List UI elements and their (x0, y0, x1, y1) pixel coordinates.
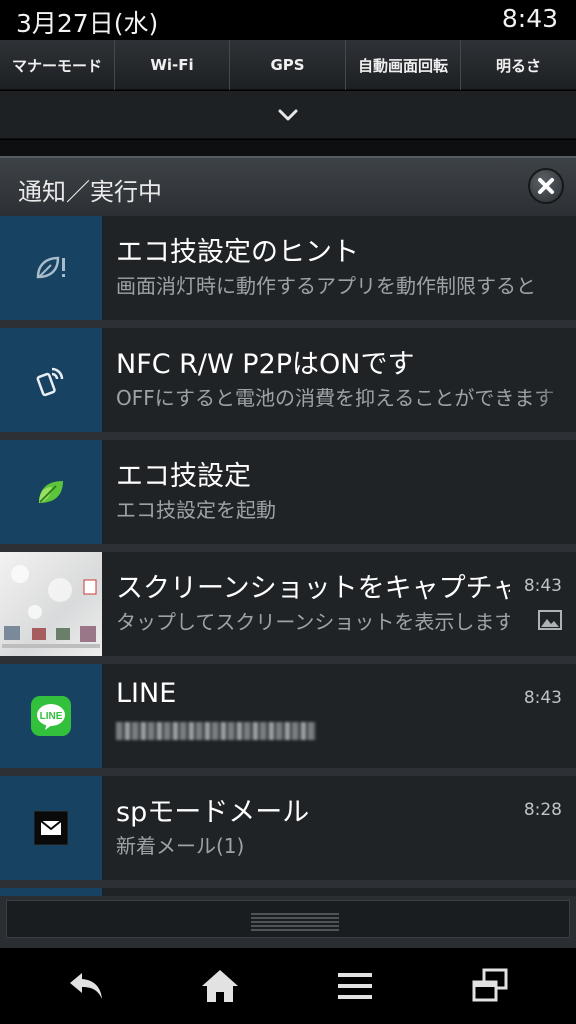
clear-all-button[interactable] (528, 168, 564, 204)
notifications-header: 通知／実行中 (0, 156, 576, 216)
notification-icon-area (0, 776, 102, 880)
back-button[interactable] (56, 962, 116, 1010)
chevron-down-icon (278, 109, 298, 120)
eco-leaf-hint-icon (36, 256, 65, 279)
notification-time: 8:43 (523, 576, 562, 596)
notification-title: スクリーンショットをキャプチャしました (116, 573, 510, 604)
line-app-icon: LINE (31, 696, 71, 736)
close-icon (538, 178, 554, 194)
brightness-toggle[interactable]: 明るさ (461, 40, 576, 90)
notification-line[interactable]: LINE LINE 8:43 (0, 664, 576, 768)
mail-icon (34, 811, 68, 845)
manner-mode-toggle[interactable]: マナーモード (0, 40, 115, 90)
panel-drag-handle[interactable] (0, 896, 576, 948)
notification-text: 画面消灯時に動作するアプリを動作制限すると (116, 274, 536, 298)
text-fade (536, 216, 576, 320)
auto-rotate-toggle[interactable]: 自動画面回転 (346, 40, 461, 90)
notification-title: エコ技設定のヒント (116, 237, 359, 268)
nfc-phone-icon (36, 367, 64, 397)
home-icon (202, 970, 238, 1002)
notification-screenshot[interactable]: スクリーンショットをキャプチャしました タップしてスクリーンショットを表示します… (0, 552, 576, 656)
notification-nfc[interactable]: NFC R/W P2PはONです OFFにすると電池の消費を抑えることができます (0, 328, 576, 432)
notification-icon-area (0, 552, 102, 656)
eco-leaf-icon (39, 481, 63, 503)
image-icon (538, 610, 562, 630)
drag-handle-track (6, 900, 570, 938)
status-bar: 3月27日(水) 8:43 (0, 0, 576, 40)
status-date: 3月27日(水) (16, 9, 159, 38)
divider (0, 140, 576, 156)
notification-time: 8:43 (523, 688, 562, 708)
notification-title: LINE (116, 678, 177, 709)
redacted-message-preview (116, 722, 316, 740)
recent-apps-icon (472, 968, 508, 1002)
notification-partial (0, 888, 576, 896)
notification-time: 8:28 (523, 800, 562, 820)
navigation-bar (0, 948, 576, 1024)
notification-icon-area: LINE (0, 664, 102, 768)
notification-list: エコ技設定のヒント 画面消灯時に動作するアプリを動作制限すると NFC R/W … (0, 216, 576, 896)
menu-icon (338, 973, 372, 999)
recent-apps-button[interactable] (460, 962, 520, 1010)
screenshot-thumbnail (2, 565, 100, 648)
back-icon (70, 973, 102, 999)
home-button[interactable] (190, 962, 250, 1010)
notification-icon-area (0, 328, 102, 432)
notification-sp-mail[interactable]: spモードメール 新着メール(1) 8:28 (0, 776, 576, 880)
notification-icon-area (0, 888, 102, 896)
text-fade (536, 328, 576, 432)
grip-lines-icon (251, 913, 339, 933)
quick-settings-expander[interactable] (0, 91, 576, 139)
notification-eco-hint[interactable]: エコ技設定のヒント 画面消灯時に動作するアプリを動作制限すると (0, 216, 576, 320)
status-time: 8:43 (501, 4, 558, 33)
notification-icon-area (0, 216, 102, 320)
notifications-header-title: 通知／実行中 (18, 178, 162, 206)
notification-title: spモードメール (116, 797, 310, 828)
gps-toggle[interactable]: GPS (230, 40, 346, 90)
notification-icon-area (0, 440, 102, 544)
notification-title: エコ技設定 (116, 461, 251, 492)
notification-text: 新着メール(1) (116, 834, 245, 858)
notification-text: OFFにすると電池の消費を抑えることができます (116, 386, 555, 410)
notification-text: タップしてスクリーンショットを表示します (116, 610, 510, 634)
svg-text:LINE: LINE (40, 711, 63, 722)
notification-title: NFC R/W P2PはONです (116, 349, 415, 380)
wifi-toggle[interactable]: Wi-Fi (115, 40, 230, 90)
menu-button[interactable] (325, 962, 385, 1010)
notification-eco-settings[interactable]: エコ技設定 エコ技設定を起動 (0, 440, 576, 544)
quick-settings-bar: マナーモード Wi-Fi GPS 自動画面回転 明るさ (0, 40, 576, 90)
notification-text: エコ技設定を起動 (116, 498, 276, 522)
